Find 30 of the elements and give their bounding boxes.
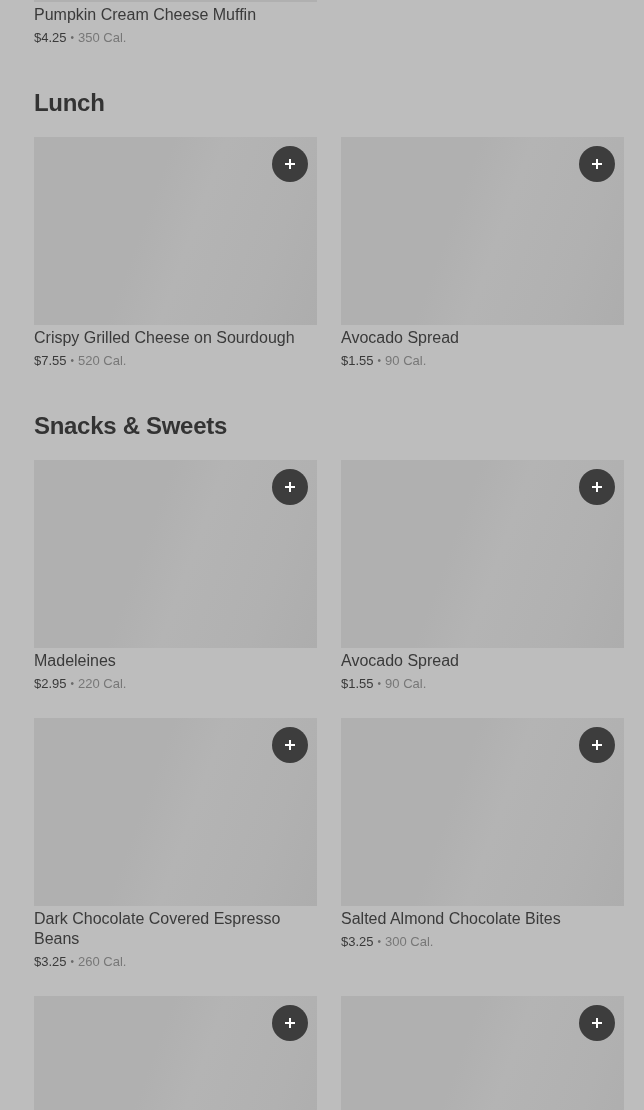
separator-dot: • — [70, 354, 75, 368]
item-calories: 520 Cal. — [78, 352, 127, 370]
item-name: Crispy Grilled Cheese on Sourdough — [34, 328, 296, 348]
separator-dot: • — [377, 677, 382, 691]
separator-dot: • — [377, 354, 382, 368]
section-heading: Lunch — [34, 89, 106, 117]
item-price: $3.25 — [341, 933, 374, 951]
item-name: Salted Almond Chocolate Bites — [341, 909, 562, 929]
item-name: Avocado Spread — [341, 651, 460, 671]
item-calories: 300 Cal. — [385, 933, 434, 951]
item-name: Dark Chocolate Covered Espresso Beans — [34, 909, 282, 949]
item-name: Pumpkin Cream Cheese Muffin — [34, 5, 258, 25]
separator-dot: • — [70, 955, 75, 969]
separator-dot: • — [70, 31, 75, 45]
item-price: $2.95 — [34, 675, 67, 693]
item-name: Avocado Spread — [341, 328, 460, 348]
item-price: $1.55 — [341, 675, 374, 693]
separator-dot: • — [377, 935, 382, 949]
item-name: Madeleines — [34, 651, 117, 671]
item-price: $3.25 — [34, 953, 67, 971]
item-calories: 220 Cal. — [78, 675, 127, 693]
item-price: $7.55 — [34, 352, 67, 370]
item-price: $4.25 — [34, 29, 67, 47]
item-calories: 90 Cal. — [385, 352, 427, 370]
item-calories: 260 Cal. — [78, 953, 127, 971]
item-calories: 90 Cal. — [385, 675, 427, 693]
separator-dot: • — [70, 677, 75, 691]
item-calories: 350 Cal. — [78, 29, 127, 47]
section-heading: Snacks & Sweets — [34, 412, 228, 440]
item-price: $1.55 — [341, 352, 374, 370]
